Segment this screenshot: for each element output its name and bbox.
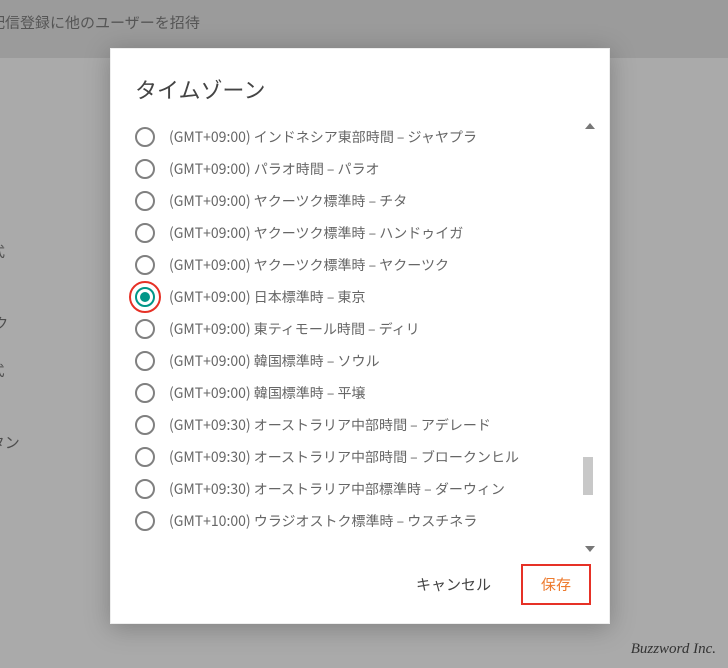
timezone-option-label: (GMT+09:00) パラオ時間 – パラオ	[169, 159, 380, 179]
radio-icon[interactable]	[135, 319, 155, 339]
timezone-option[interactable]: (GMT+09:00) インドネシア東部時間 – ジャヤプラ	[135, 121, 579, 153]
timezone-option-label: (GMT+09:30) オーストラリア中部標準時 – ダーウィン	[169, 479, 505, 499]
scroll-thumb[interactable]	[583, 457, 593, 495]
timezone-option-label: (GMT+09:00) インドネシア東部時間 – ジャヤプラ	[169, 127, 477, 147]
timezone-option-label: (GMT+10:00) ウラジオストク標準時 – ウスチネラ	[169, 511, 477, 531]
dialog-title: タイムゾーン	[111, 49, 609, 121]
timezone-option[interactable]: (GMT+09:00) 韓国標準時 – 平壌	[135, 377, 579, 409]
cancel-button[interactable]: キャンセル	[406, 566, 501, 603]
radio-icon[interactable]	[135, 351, 155, 371]
timezone-option[interactable]: (GMT+09:00) ヤクーツク標準時 – チタ	[135, 185, 579, 217]
timezone-option-label: (GMT+09:00) 韓国標準時 – ソウル	[169, 351, 380, 371]
save-button[interactable]: 保存	[521, 564, 591, 605]
timezone-list-wrap: (GMT+09:00) インドネシア東部時間 – ジャヤプラ (GMT+09:00…	[111, 121, 609, 554]
radio-icon[interactable]	[135, 159, 155, 179]
radio-icon[interactable]	[135, 223, 155, 243]
radio-icon[interactable]	[135, 127, 155, 147]
timezone-option[interactable]: (GMT+09:00) ヤクーツク標準時 – ヤクーツク	[135, 249, 579, 281]
radio-icon[interactable]	[135, 383, 155, 403]
dialog-actions: キャンセル 保存	[111, 554, 609, 623]
radio-icon[interactable]	[135, 287, 155, 307]
timezone-option[interactable]: (GMT+09:00) パラオ時間 – パラオ	[135, 153, 579, 185]
scrollbar[interactable]	[583, 121, 597, 554]
radio-icon[interactable]	[135, 255, 155, 275]
timezone-option-label: (GMT+09:00) 日本標準時 – 東京	[169, 287, 366, 307]
timezone-option-label: (GMT+09:00) ヤクーツク標準時 – ハンドゥイガ	[169, 223, 463, 243]
timezone-option-label: (GMT+09:00) 東ティモール時間 – ディリ	[169, 319, 420, 339]
timezone-option-label: (GMT+09:00) 韓国標準時 – 平壌	[169, 383, 366, 403]
timezone-option[interactable]: (GMT+10:00) ウラジオストク標準時 – ウスチネラ	[135, 505, 579, 537]
timezone-option-list: (GMT+09:00) インドネシア東部時間 – ジャヤプラ (GMT+09:00…	[135, 121, 579, 554]
timezone-option-label: (GMT+09:30) オーストラリア中部時間 – ブロークンヒル	[169, 447, 519, 467]
timezone-option[interactable]: (GMT+09:30) オーストラリア中部時間 – アデレード	[135, 409, 579, 441]
watermark: Buzzword Inc.	[631, 641, 716, 658]
scroll-down-icon[interactable]	[585, 546, 595, 552]
timezone-option[interactable]: (GMT+09:00) 東ティモール時間 – ディリ	[135, 313, 579, 345]
scroll-up-icon[interactable]	[585, 123, 595, 129]
timezone-option-label: (GMT+09:30) オーストラリア中部時間 – アデレード	[169, 415, 491, 435]
radio-icon[interactable]	[135, 415, 155, 435]
timezone-option[interactable]: (GMT+09:00) 韓国標準時 – ソウル	[135, 345, 579, 377]
timezone-option-label: (GMT+09:00) ヤクーツク標準時 – チタ	[169, 191, 407, 211]
timezone-option[interactable]: (GMT+09:30) オーストラリア中部標準時 – ダーウィン	[135, 473, 579, 505]
timezone-option-label: (GMT+09:00) ヤクーツク標準時 – ヤクーツク	[169, 255, 449, 275]
timezone-option[interactable]: (GMT+09:00) ヤクーツク標準時 – ハンドゥイガ	[135, 217, 579, 249]
radio-icon[interactable]	[135, 479, 155, 499]
radio-icon[interactable]	[135, 191, 155, 211]
radio-icon[interactable]	[135, 511, 155, 531]
timezone-option[interactable]: (GMT+09:30) オーストラリア中部時間 – ブロークンヒル	[135, 441, 579, 473]
radio-icon[interactable]	[135, 447, 155, 467]
timezone-option[interactable]: (GMT+09:00) 日本標準時 – 東京	[135, 281, 579, 313]
timezone-dialog: タイムゾーン (GMT+09:00) インドネシア東部時間 – ジャヤプラ(GM…	[110, 48, 610, 624]
